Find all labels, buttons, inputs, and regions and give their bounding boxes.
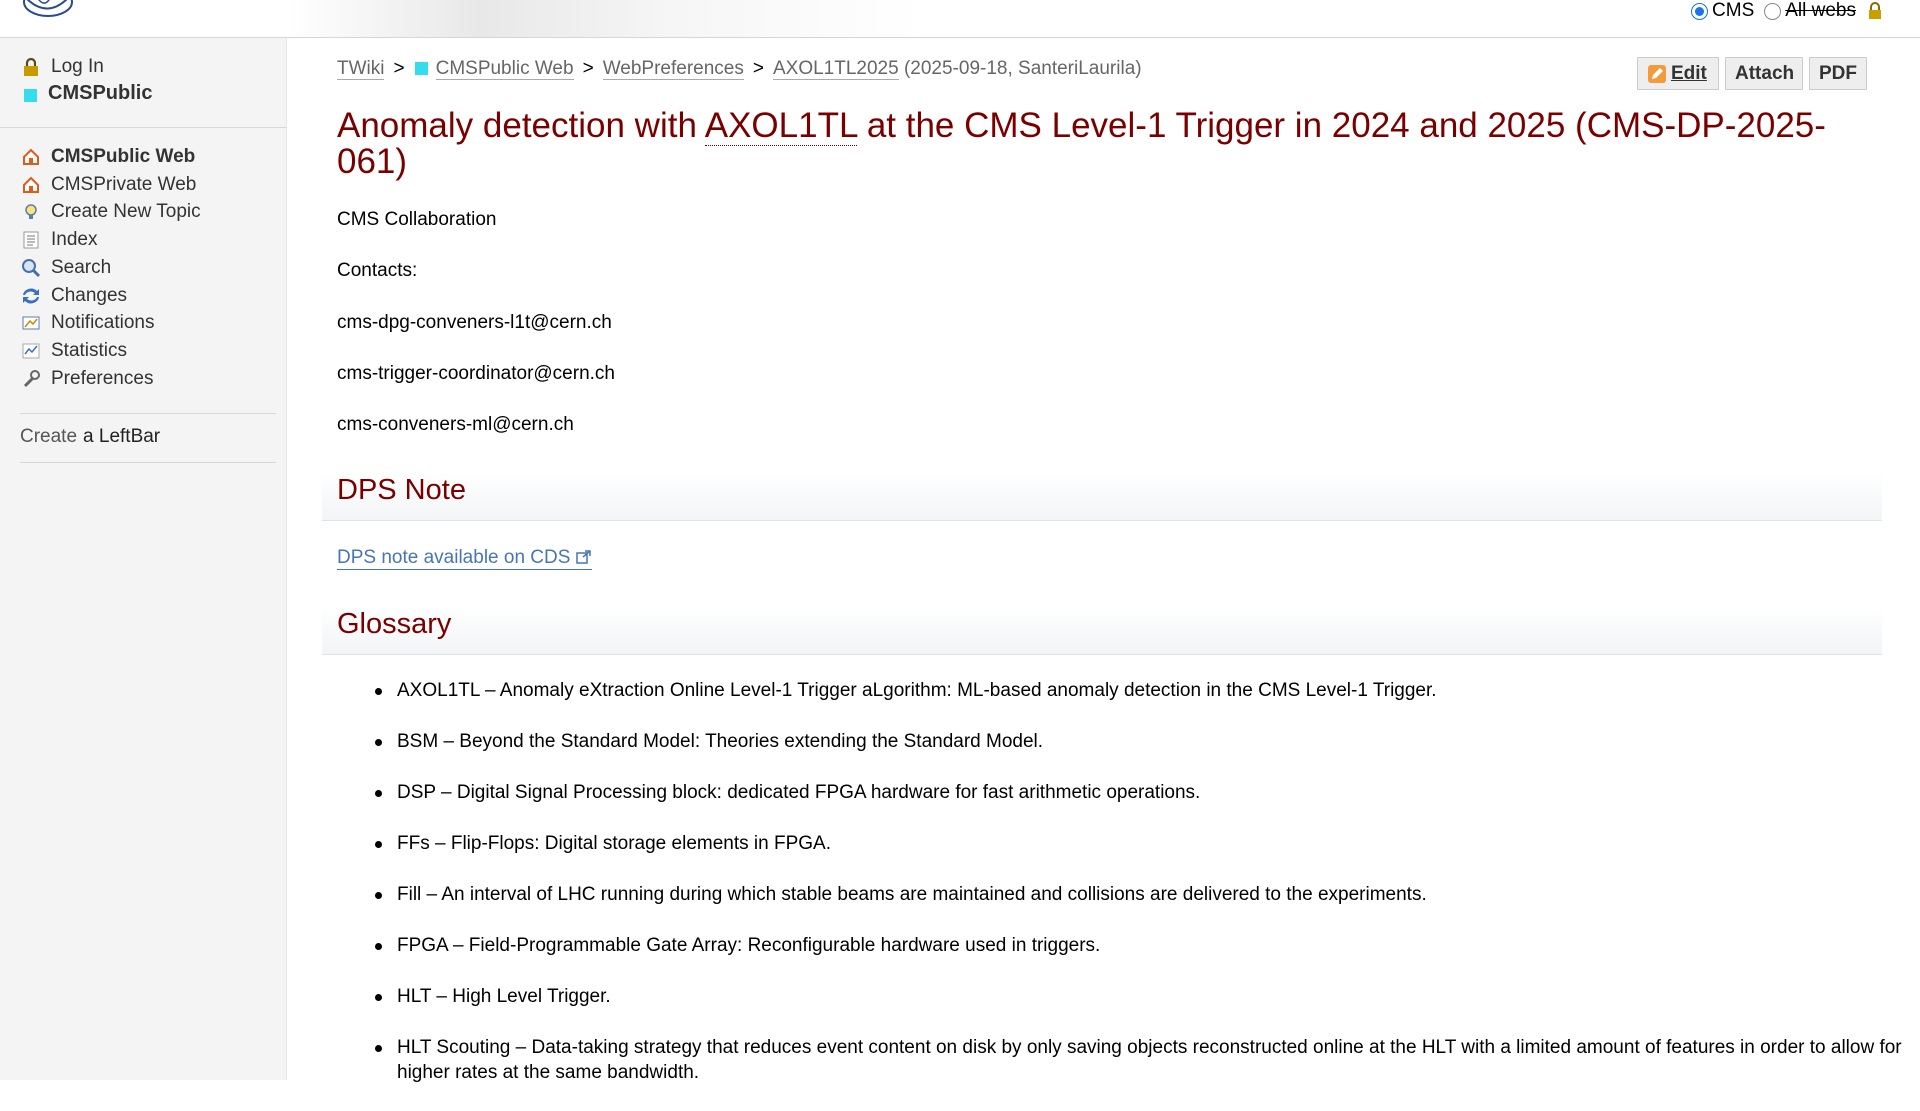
title-text: Anomaly detection with bbox=[337, 106, 705, 145]
breadcrumb-current-topic[interactable]: AXOL1TL2025 bbox=[772, 58, 899, 80]
login-link[interactable]: Log In bbox=[20, 56, 104, 78]
section-heading-dps-note: DPS Note bbox=[322, 472, 1882, 521]
notify-icon bbox=[20, 312, 42, 334]
search-scope: CMS All webs bbox=[1691, 0, 1884, 22]
web-name-label: CMSPublic bbox=[48, 82, 153, 104]
breadcrumb-separator: > bbox=[582, 58, 594, 79]
sidebar-divider bbox=[20, 413, 276, 414]
glossary-item: HLT Scouting – Data-taking strategy that… bbox=[375, 1035, 1917, 1085]
external-link-icon bbox=[575, 550, 591, 564]
web-color-square-icon bbox=[20, 83, 42, 105]
sidebar-item-label: Changes bbox=[51, 284, 128, 306]
page-title: Anomaly detection with AXOL1TL at the CM… bbox=[337, 106, 1877, 180]
section-heading-text: DPS Note bbox=[337, 474, 466, 506]
web-name-link[interactable]: CMSPublic bbox=[20, 82, 152, 105]
glossary-item: Fill – An interval of LHC running during… bbox=[375, 882, 1917, 907]
login-label: Log In bbox=[51, 56, 104, 77]
glossary-item: DSP – Digital Signal Processing block: d… bbox=[375, 780, 1917, 805]
sidebar-item-search[interactable]: Search bbox=[20, 257, 111, 279]
breadcrumb-webpreferences[interactable]: WebPreferences bbox=[602, 58, 744, 80]
lock-icon bbox=[20, 56, 42, 78]
breadcrumb-cmspublic-web[interactable]: CMSPublic Web bbox=[435, 58, 574, 80]
home-icon bbox=[20, 174, 42, 196]
lightbulb-icon bbox=[20, 201, 42, 223]
breadcrumb-separator: > bbox=[752, 58, 764, 79]
search-icon bbox=[20, 257, 42, 279]
sidebar-item-create-new-topic[interactable]: Create New Topic bbox=[20, 201, 201, 223]
section-heading-text: Glossary bbox=[337, 608, 452, 640]
lock-icon bbox=[1869, 2, 1881, 19]
glossary-item: AXOL1TL – Anomaly eXtraction Online Leve… bbox=[375, 678, 1917, 703]
create-leftbar-label: a LeftBar bbox=[83, 426, 161, 447]
top-bar: CMS All webs bbox=[0, 0, 1920, 38]
sidebar-item-cmsprivate-web[interactable]: CMSPrivate Web bbox=[20, 174, 196, 196]
sidebar-divider bbox=[0, 127, 286, 128]
web-color-square-icon bbox=[414, 62, 428, 75]
glossary-item: FPGA – Field-Programmable Gate Array: Re… bbox=[375, 933, 1917, 958]
home-icon bbox=[20, 146, 42, 168]
pdf-button[interactable]: PDF bbox=[1809, 57, 1867, 90]
glossary-item: BSM – Beyond the Standard Model: Theorie… bbox=[375, 729, 1917, 754]
sidebar-item-label: Create New Topic bbox=[51, 201, 201, 223]
sidebar-item-label: CMSPrivate Web bbox=[51, 173, 197, 195]
cms-logo-icon[interactable] bbox=[20, 0, 80, 30]
sidebar-item-cmspublic-web[interactable]: CMSPublic Web bbox=[20, 146, 195, 168]
sidebar-item-label: Preferences bbox=[51, 367, 154, 389]
section-heading-glossary: Glossary bbox=[322, 606, 1882, 655]
sidebar-item-index[interactable]: Index bbox=[20, 229, 97, 251]
sidebar-item-preferences[interactable]: Preferences bbox=[20, 368, 153, 390]
dps-note-link[interactable]: DPS note available on CDS bbox=[337, 547, 592, 570]
pdf-label: PDF bbox=[1819, 62, 1857, 84]
contact-email: cms-dpg-conveners-l1t@cern.ch bbox=[337, 312, 612, 333]
left-sidebar: Log In CMSPublic CMSPublic Web CMSPrivate… bbox=[0, 38, 287, 1080]
edit-pencil-icon bbox=[1648, 64, 1666, 83]
breadcrumb-separator: > bbox=[393, 58, 405, 79]
sidebar-item-statistics[interactable]: Statistics bbox=[20, 340, 127, 362]
statistics-icon bbox=[20, 340, 42, 362]
dps-note-link-label: DPS note available on CDS bbox=[337, 547, 571, 568]
sidebar-item-label: Notifications bbox=[51, 312, 155, 334]
edit-label: Edit bbox=[1671, 62, 1707, 84]
glossary-item: HLT – High Level Trigger. bbox=[375, 984, 1917, 1009]
sidebar-item-label: Statistics bbox=[51, 339, 128, 361]
sidebar-item-notifications[interactable]: Notifications bbox=[20, 312, 155, 334]
edit-button[interactable]: Edit bbox=[1637, 57, 1719, 90]
sidebar-divider bbox=[20, 462, 276, 463]
sidebar-item-label: Index bbox=[51, 229, 98, 251]
create-prefix: Create bbox=[20, 426, 78, 447]
wrench-icon bbox=[20, 368, 42, 390]
scope-cms-radio[interactable] bbox=[1691, 2, 1709, 20]
collaboration-text: CMS Collaboration bbox=[337, 209, 497, 230]
attach-label: Attach bbox=[1735, 62, 1795, 84]
topic-revision-meta: (2025-09-18, SanteriLaurila) bbox=[903, 58, 1142, 79]
index-icon bbox=[20, 229, 42, 251]
scope-cms-label: CMS bbox=[1712, 0, 1755, 21]
title-abbreviation[interactable]: AXOL1TL bbox=[704, 106, 858, 146]
sidebar-item-label: CMSPublic Web bbox=[51, 146, 196, 167]
breadcrumb: TWiki > CMSPublic Web > WebPreferences > AXOL1… bbox=[337, 58, 1142, 80]
sidebar-item-changes[interactable]: Changes bbox=[20, 285, 127, 307]
contacts-label: Contacts: bbox=[337, 260, 418, 281]
sidebar-item-label: Search bbox=[51, 256, 112, 278]
contact-email: cms-conveners-ml@cern.ch bbox=[337, 414, 574, 435]
scope-all-label: All webs bbox=[1785, 0, 1856, 21]
glossary-list: AXOL1TL – Anomaly eXtraction Online Leve… bbox=[337, 678, 1917, 1111]
attach-button[interactable]: Attach bbox=[1725, 57, 1803, 90]
breadcrumb-twiki[interactable]: TWiki bbox=[337, 58, 385, 80]
changes-icon bbox=[20, 285, 42, 307]
glossary-item: FFs – Flip-Flops: Digital storage elemen… bbox=[375, 831, 1917, 856]
scope-all-radio[interactable] bbox=[1764, 2, 1782, 20]
create-leftbar-link[interactable]: Create a LeftBar bbox=[20, 426, 160, 448]
contact-email: cms-trigger-coordinator@cern.ch bbox=[337, 363, 615, 384]
